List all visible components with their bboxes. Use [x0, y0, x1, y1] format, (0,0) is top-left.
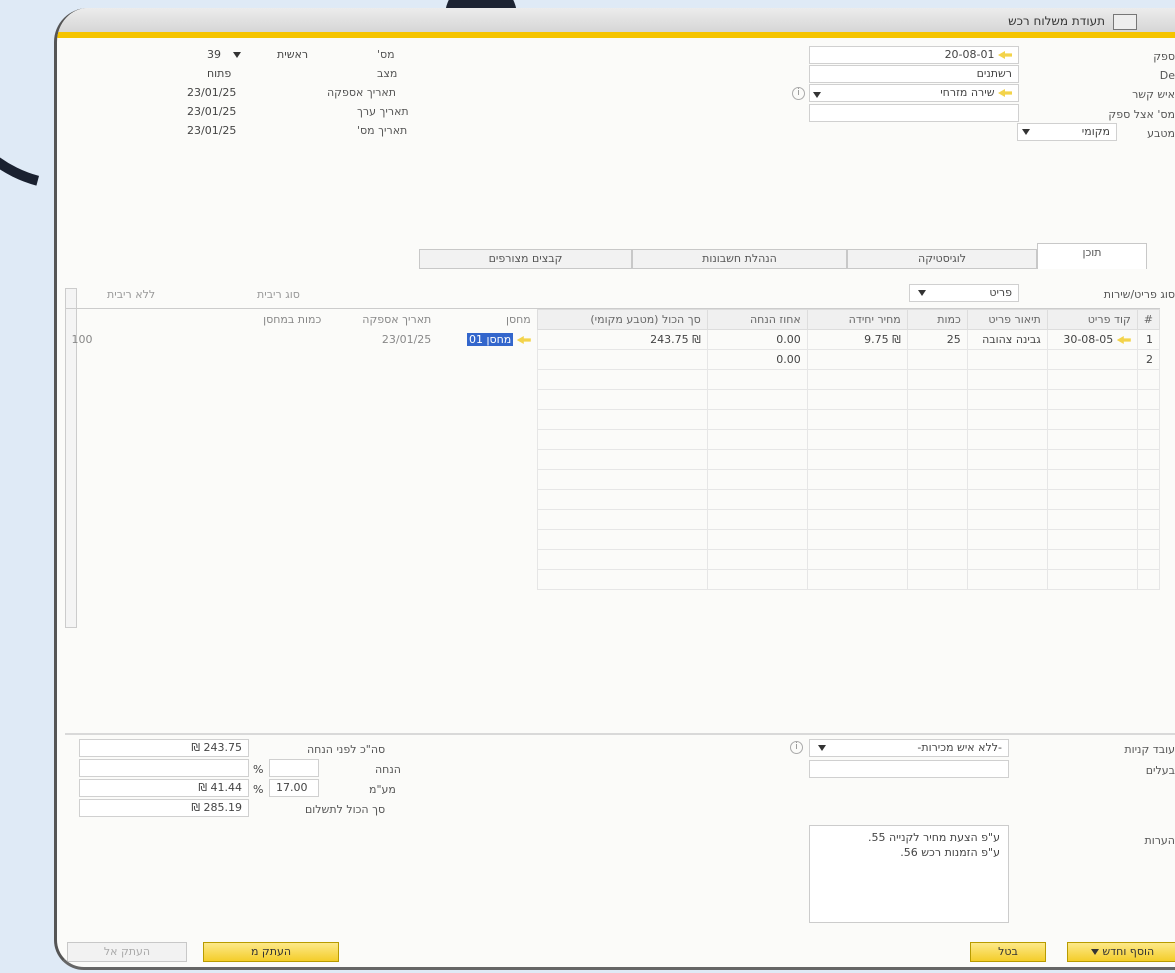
number-label: מס' — [377, 48, 395, 61]
warehouse-cell[interactable]: מחסן 01 — [437, 330, 537, 350]
posting-date-value[interactable]: 23/01/25 — [187, 124, 236, 137]
col-quantity[interactable]: כמות — [906, 309, 968, 330]
contact-label: איש קשר — [1132, 88, 1175, 101]
buyer-select[interactable]: -ללא איש מכירות- — [809, 739, 1009, 757]
col-unit-price[interactable]: מחיר יחידה — [806, 309, 908, 330]
currency-select[interactable]: מקומי — [1017, 123, 1117, 141]
vendor-code-label: ספק — [1153, 50, 1175, 63]
window-title: תעודת משלוח רכש — [1008, 14, 1105, 28]
link-arrow-icon[interactable] — [998, 51, 1012, 59]
col-total[interactable]: סך הכול (מטבע מקומי) — [536, 309, 708, 330]
info-icon[interactable]: i — [792, 87, 805, 100]
col-warehouse[interactable]: מחסן — [437, 310, 537, 330]
delivery-date-value[interactable]: 23/01/25 — [187, 86, 236, 99]
number-value[interactable]: 39 — [207, 48, 221, 61]
discount-label: הנחה — [375, 763, 401, 776]
no-interest-label: ללא ריבית — [107, 288, 156, 301]
delivery-date-label: תאריך אספקה — [327, 86, 397, 99]
posting-date-label: תאריך מס' — [357, 124, 408, 137]
table-row[interactable]: 2 0.00 — [66, 349, 1161, 370]
name-label: De — [1159, 69, 1175, 82]
tab-contents[interactable]: תוכן — [1037, 243, 1147, 269]
title-bar: תעודת משלוח רכש — [57, 8, 1175, 38]
discount-amount-field[interactable] — [79, 759, 249, 777]
col-description[interactable]: תיאור פריט — [966, 309, 1048, 330]
chevron-down-icon — [918, 290, 926, 296]
tab-attachments[interactable]: קבצים מצורפים — [419, 249, 632, 269]
total-label: סך הכול לתשלום — [305, 803, 386, 816]
chevron-down-icon[interactable] — [233, 52, 241, 58]
table-row[interactable]: 1 30-08-05 גבינה צהובה 25 ₪ 9.75 0.00 ₪ … — [66, 329, 1161, 350]
doc-date-value[interactable]: 23/01/25 — [187, 105, 236, 118]
col-item-code[interactable]: קוד פריט — [1046, 309, 1138, 330]
tax-label: מע"מ — [369, 783, 396, 796]
col-discount[interactable]: אחוז הנחה — [706, 309, 808, 330]
subtotal-label: סה"כ לפני הנחה — [307, 743, 386, 756]
discount-percent-field[interactable] — [269, 759, 319, 777]
buyer-label: עובד קניות — [1124, 743, 1175, 756]
divider — [65, 733, 1175, 735]
col-num[interactable]: # — [1136, 309, 1161, 330]
info-icon[interactable]: i — [790, 741, 803, 754]
item-type-label: סוג פריט/שירות — [1103, 288, 1175, 301]
add-and-new-button[interactable]: הוסף וחדש — [1067, 942, 1175, 962]
tax-rate-field[interactable]: 17.00 — [269, 779, 319, 797]
vendor-ref-field[interactable] — [809, 104, 1019, 122]
document-window: תעודת משלוח רכש ספק 20-08-01 De רשתנים א… — [54, 8, 1175, 970]
vendor-name-field[interactable]: רשתנים — [809, 65, 1019, 83]
tax-amount-field: ₪ 41.44 — [79, 779, 249, 797]
remarks-textarea[interactable]: ע"פ הצעת מחיר לקנייה 55. ע"פ הזמנות רכש … — [809, 825, 1009, 923]
status-label: מצב — [377, 67, 398, 80]
grid-header-row: # קוד פריט תיאור פריט כמות מחיר יחידה אח… — [66, 309, 1161, 330]
chevron-down-icon — [1022, 129, 1030, 135]
item-code-cell[interactable]: 30-08-05 — [1046, 329, 1138, 350]
cancel-button[interactable]: בטל — [970, 942, 1046, 962]
status-value: פתוח — [207, 67, 232, 80]
owner-label: בעלים — [1145, 764, 1175, 777]
col-in-stock[interactable]: כמות במחסן — [66, 310, 328, 330]
chevron-down-icon — [818, 745, 826, 751]
tab-logistics[interactable]: לוגיסטיקה — [847, 249, 1037, 269]
copy-from-button[interactable]: העתק מ — [203, 942, 339, 962]
col-delivery-date[interactable]: תאריך אספקה — [327, 310, 437, 330]
currency-label: מטבע — [1147, 127, 1175, 140]
doc-date-label: תאריך ערך — [357, 105, 409, 118]
remarks-label: הערות — [1144, 834, 1175, 847]
interest-type-label: סוג ריבית — [257, 288, 300, 301]
contact-field[interactable]: שירה מזרחי — [809, 84, 1019, 102]
vendor-code-field[interactable]: 20-08-01 — [809, 46, 1019, 64]
items-grid: # קוד פריט תיאור פריט כמות מחיר יחידה אח… — [65, 308, 1161, 628]
chevron-down-icon[interactable] — [813, 92, 821, 98]
percent-sign: % — [253, 783, 264, 796]
owner-field[interactable] — [809, 760, 1009, 778]
total-field: ₪ 285.19 — [79, 799, 249, 817]
vendor-ref-label: מס' אצל ספק — [1108, 108, 1175, 121]
item-type-select[interactable]: פריט — [909, 284, 1019, 302]
subtotal-field: ₪ 243.75 — [79, 739, 249, 757]
number-series[interactable]: ראשית — [277, 48, 308, 61]
percent-sign: % — [253, 763, 264, 776]
minimize-button[interactable] — [1113, 14, 1137, 30]
copy-to-button[interactable]: העתק אל — [67, 942, 187, 962]
tab-accounting[interactable]: הנהלת חשבונות — [632, 249, 847, 269]
